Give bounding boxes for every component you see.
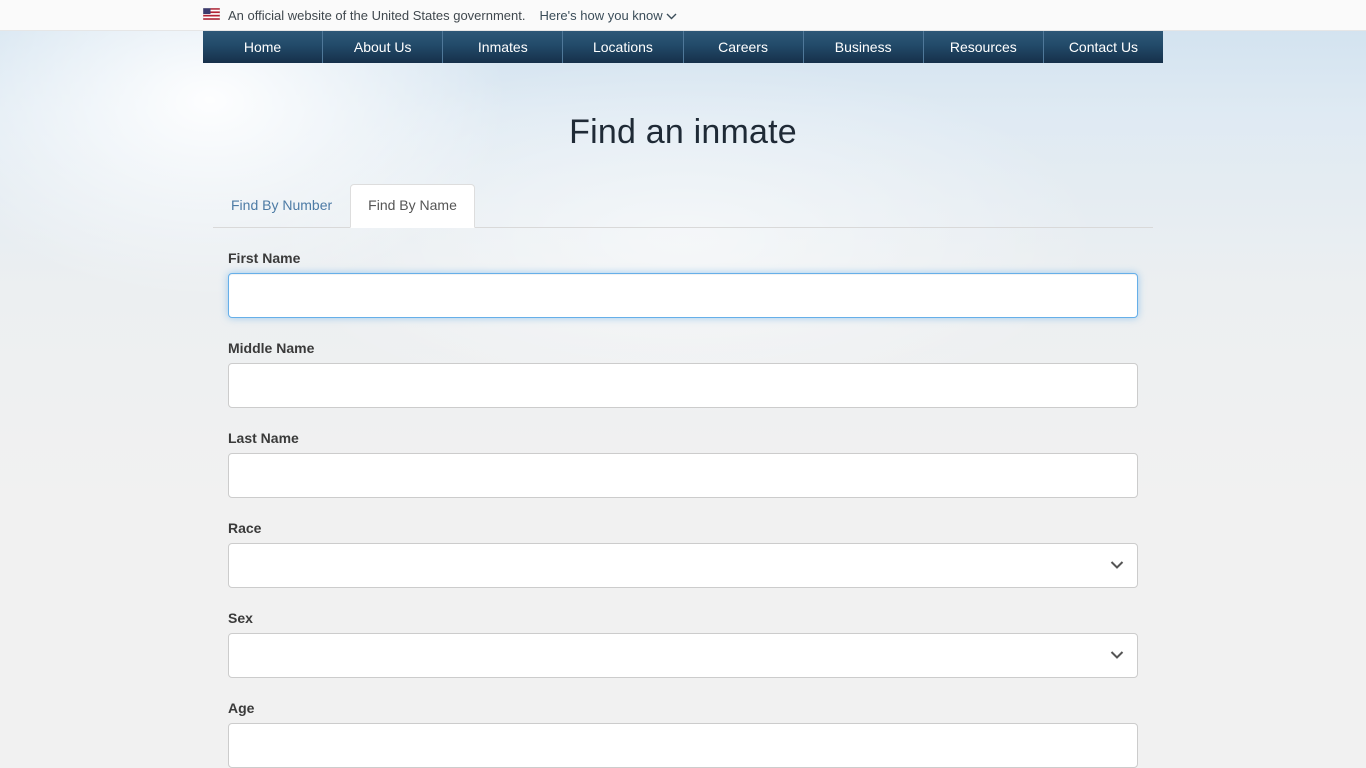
heres-how-you-know-label: Here's how you know bbox=[539, 8, 662, 23]
nav-item-careers[interactable]: Careers bbox=[683, 31, 803, 63]
page-title: Find an inmate bbox=[0, 113, 1366, 152]
nav-item-contact-us[interactable]: Contact Us bbox=[1043, 31, 1163, 63]
race-label: Race bbox=[228, 520, 1138, 536]
main-nav: Home About Us Inmates Locations Careers … bbox=[203, 31, 1163, 63]
first-name-field-group: First Name bbox=[228, 250, 1138, 318]
find-by-name-form: First Name Middle Name Last Name Race Se… bbox=[203, 250, 1163, 768]
first-name-input[interactable] bbox=[228, 273, 1138, 318]
sex-label: Sex bbox=[228, 610, 1138, 626]
nav-item-locations[interactable]: Locations bbox=[562, 31, 682, 63]
age-field-group: Age bbox=[228, 700, 1138, 768]
heres-how-you-know-link[interactable]: Here's how you know bbox=[539, 8, 676, 23]
race-select[interactable] bbox=[228, 543, 1138, 588]
nav-item-resources[interactable]: Resources bbox=[923, 31, 1043, 63]
nav-item-inmates[interactable]: Inmates bbox=[442, 31, 562, 63]
nav-item-business[interactable]: Business bbox=[803, 31, 923, 63]
sex-select[interactable] bbox=[228, 633, 1138, 678]
official-website-text: An official website of the United States… bbox=[228, 8, 525, 23]
first-name-label: First Name bbox=[228, 250, 1138, 266]
chevron-down-icon bbox=[666, 8, 677, 23]
middle-name-field-group: Middle Name bbox=[228, 340, 1138, 408]
age-input[interactable] bbox=[228, 723, 1138, 768]
last-name-field-group: Last Name bbox=[228, 430, 1138, 498]
middle-name-input[interactable] bbox=[228, 363, 1138, 408]
content-column: Find By Number Find By Name First Name M… bbox=[203, 184, 1163, 768]
last-name-label: Last Name bbox=[228, 430, 1138, 446]
middle-name-label: Middle Name bbox=[228, 340, 1138, 356]
nav-item-home[interactable]: Home bbox=[203, 31, 322, 63]
us-flag-icon bbox=[203, 8, 220, 23]
tab-find-by-number[interactable]: Find By Number bbox=[213, 184, 350, 228]
race-field-group: Race bbox=[228, 520, 1138, 588]
last-name-input[interactable] bbox=[228, 453, 1138, 498]
age-label: Age bbox=[228, 700, 1138, 716]
gov-banner: An official website of the United States… bbox=[0, 0, 1366, 31]
nav-item-about-us[interactable]: About Us bbox=[322, 31, 442, 63]
tab-find-by-name[interactable]: Find By Name bbox=[350, 184, 475, 228]
sex-field-group: Sex bbox=[228, 610, 1138, 678]
tab-bar: Find By Number Find By Name bbox=[213, 184, 1153, 228]
